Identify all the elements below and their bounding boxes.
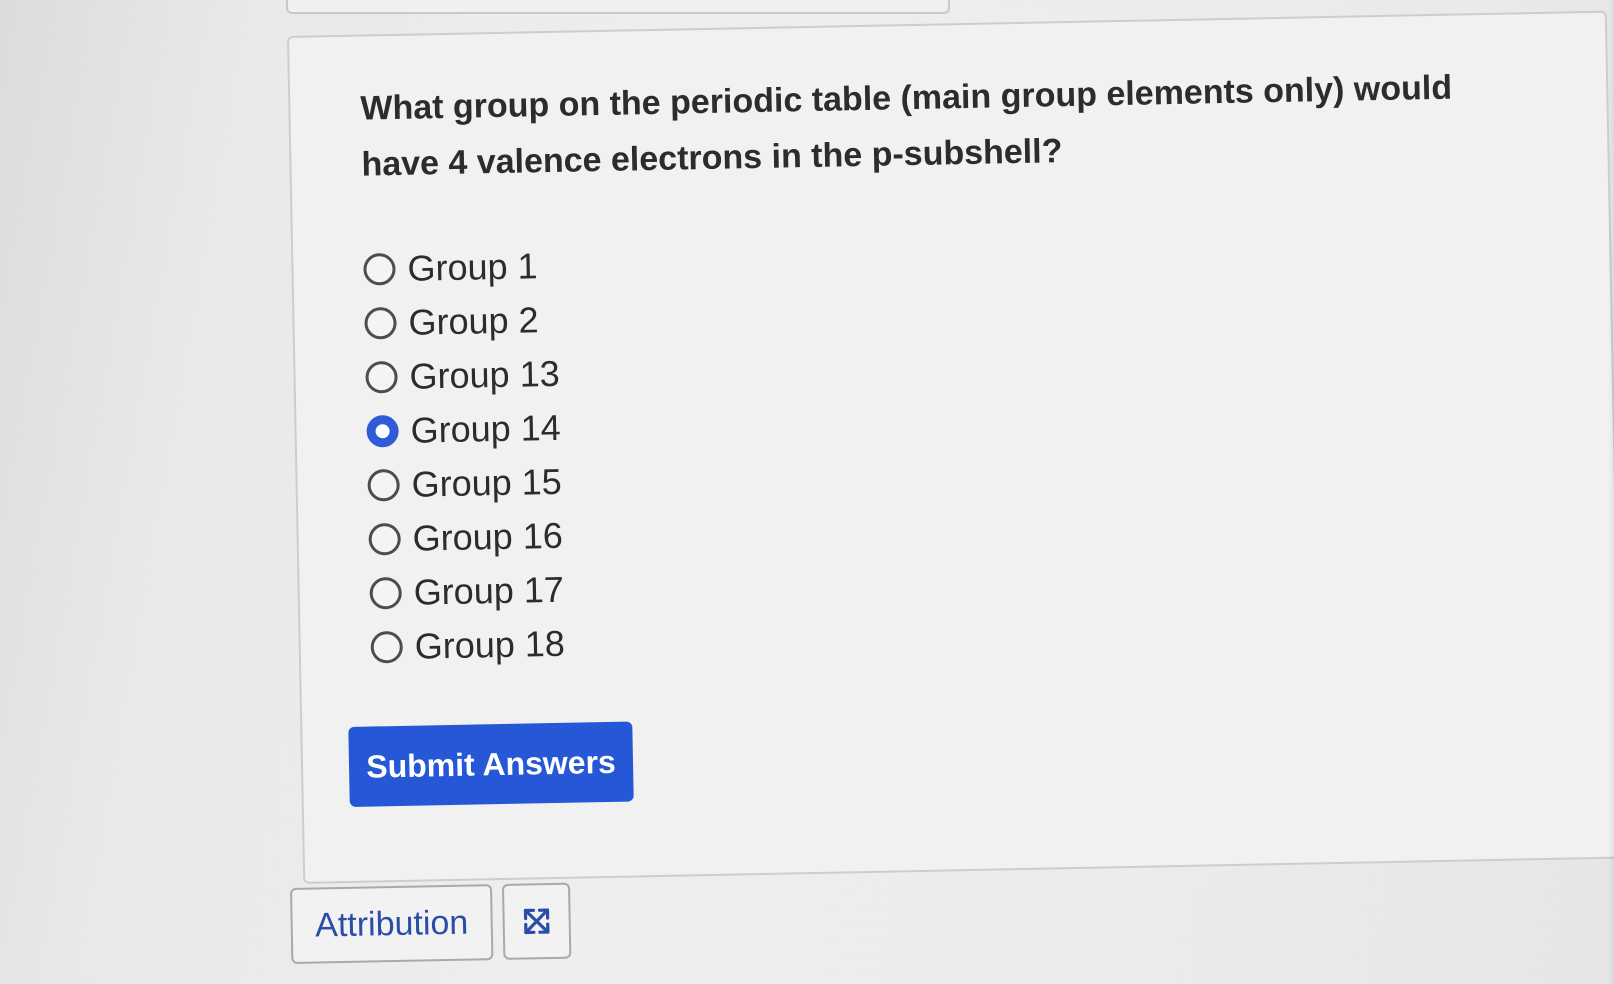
expand-arrows-icon	[523, 908, 550, 935]
radio-button[interactable]	[368, 522, 401, 556]
submit-answers-button[interactable]: Submit Answers	[348, 721, 634, 807]
card-footer: Attribution	[290, 882, 572, 964]
question-text: What group on the periodic table (main g…	[360, 68, 1453, 184]
screen-edge-shadow	[1608, 0, 1614, 984]
radio-button[interactable]	[363, 252, 396, 286]
option-group-15[interactable]: Group 15	[367, 455, 562, 513]
option-label: Group 16	[412, 514, 564, 559]
option-group-14[interactable]: Group 14	[366, 401, 561, 459]
radio-button[interactable]	[365, 360, 398, 394]
attribution-button[interactable]: Attribution	[290, 884, 494, 964]
option-label: Group 1	[407, 245, 538, 289]
radio-button[interactable]	[369, 576, 403, 610]
option-group-13[interactable]: Group 13	[365, 347, 560, 405]
option-group-17[interactable]: Group 17	[369, 563, 564, 621]
option-group-16[interactable]: Group 16	[368, 509, 563, 567]
option-group-18[interactable]: Group 18	[370, 617, 565, 675]
answer-options: Group 1 Group 2 Group 13 Group 14 Group …	[363, 239, 565, 675]
radio-button[interactable]	[367, 468, 400, 502]
option-label: Group 14	[410, 406, 562, 451]
option-label: Group 18	[414, 622, 566, 667]
question-card: What group on the periodic table (main g…	[287, 10, 1614, 884]
option-label: Group 2	[408, 299, 539, 343]
radio-button-selected[interactable]	[366, 414, 399, 448]
option-group-2[interactable]: Group 2	[364, 293, 559, 351]
option-label: Group 17	[413, 568, 565, 613]
option-group-1[interactable]: Group 1	[363, 239, 558, 297]
option-label: Group 13	[409, 352, 561, 397]
radio-button[interactable]	[364, 306, 397, 340]
radio-button[interactable]	[370, 630, 404, 664]
previous-card-edge	[286, 0, 950, 14]
option-label: Group 15	[411, 460, 563, 505]
expand-button[interactable]	[501, 882, 572, 960]
